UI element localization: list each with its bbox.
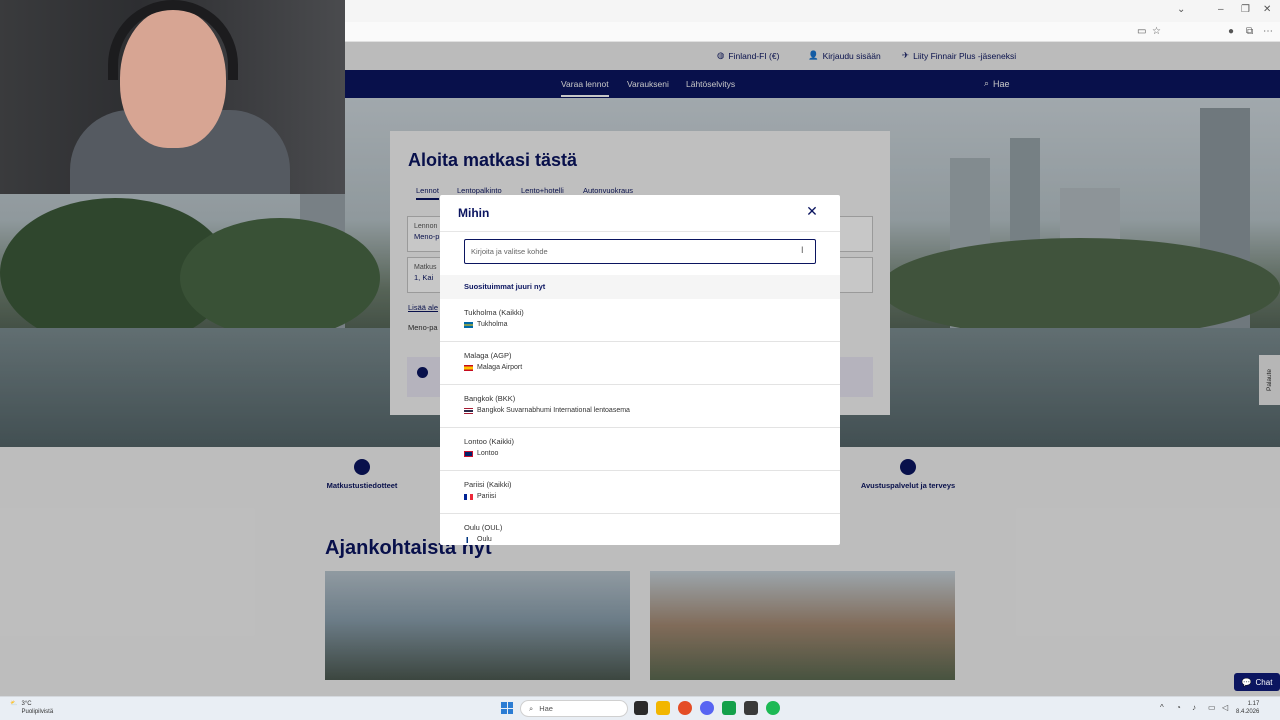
app-icon[interactable] — [722, 701, 736, 715]
popular-heading: Suosituimmat juuri nyt — [440, 275, 840, 299]
sweden-flag-icon — [464, 321, 473, 328]
weather-text: Puolipilvistä — [21, 709, 54, 715]
finland-flag-icon — [464, 536, 473, 543]
france-flag-icon — [464, 493, 473, 500]
destination-detail: Oulu — [477, 536, 492, 543]
close-window-icon[interactable]: ✕ — [1263, 4, 1271, 15]
destination-detail: Malaga Airport — [477, 364, 523, 371]
chat-icon: 💬 — [1241, 677, 1252, 687]
tab-list-icon[interactable]: ⌄ — [1177, 4, 1185, 15]
destination-detail: Lontoo — [477, 450, 499, 457]
destination-item-oulu[interactable]: Oulu (OUL) Oulu — [440, 514, 840, 545]
spain-flag-icon — [464, 364, 473, 371]
minimize-icon[interactable]: – — [1218, 4, 1224, 15]
taskbar-clock[interactable]: 1.17 8.4.2026 — [1236, 700, 1259, 716]
windows-start-icon[interactable] — [501, 702, 513, 714]
destination-list: Tukholma (Kaikki) Tukholma Malaga (AGP) … — [440, 299, 840, 545]
weather-temp: 3°C — [21, 701, 32, 707]
taskbar-search[interactable]: ⌕ Hae — [520, 700, 628, 717]
uk-flag-icon — [464, 450, 473, 457]
clock-date: 8.4.2026 — [1236, 709, 1260, 715]
clock-time: 1.17 — [1247, 701, 1260, 707]
weather-icon: ⛅ — [10, 701, 18, 707]
firefox-icon[interactable] — [678, 701, 692, 715]
modal-title: Mihin — [458, 206, 490, 220]
modal-divider — [440, 231, 840, 232]
destination-detail: Bangkok Suvarnabhumi International lento… — [477, 407, 630, 414]
destination-name: Lontoo (Kaikki) — [464, 437, 515, 446]
webcam-overlay — [0, 0, 345, 194]
bookmark-icon[interactable]: ☆ — [1152, 26, 1161, 37]
taskbar-search-label: Hae — [539, 704, 553, 713]
destination-name: Oulu (OUL) — [464, 523, 503, 532]
destination-search-input[interactable] — [464, 239, 816, 264]
task-view-icon[interactable] — [634, 701, 648, 715]
tray-volume-icon[interactable]: ◁ — [1222, 703, 1228, 712]
destination-item-london[interactable]: Lontoo (Kaikki) Lontoo — [440, 428, 840, 471]
extensions-icon[interactable]: ⧉ — [1246, 26, 1253, 37]
destination-name: Bangkok (BKK) — [464, 394, 516, 403]
text-cursor-icon: I — [801, 245, 804, 255]
restore-icon[interactable]: ❐ — [1241, 4, 1250, 15]
close-icon[interactable]: ✕ — [804, 203, 820, 221]
tray-mic-icon[interactable]: ♪ — [1192, 703, 1196, 712]
reader-icon[interactable]: ▭ — [1137, 26, 1146, 37]
destination-name: Malaga (AGP) — [464, 351, 512, 360]
destination-detail: Tukholma — [477, 321, 508, 328]
destination-name: Tukholma (Kaikki) — [464, 308, 524, 317]
thailand-flag-icon — [464, 407, 473, 414]
tray-network-icon[interactable]: ▭ — [1208, 703, 1216, 712]
weather-widget[interactable]: ⛅ 3°C Puolipilvistä — [10, 700, 53, 716]
chat-button[interactable]: 💬 Chat — [1234, 673, 1280, 691]
tray-app-icon[interactable]: ◔ — [1176, 703, 1181, 712]
destination-item-paris[interactable]: Pariisi (Kaikki) Pariisi — [440, 471, 840, 514]
profile-icon[interactable]: ● — [1228, 26, 1234, 37]
search-icon: ⌕ — [529, 704, 534, 713]
tray-chevron-icon[interactable]: ^ — [1160, 703, 1164, 712]
destination-item-malaga[interactable]: Malaga (AGP) Malaga Airport — [440, 342, 840, 385]
nvidia-icon[interactable] — [744, 701, 758, 715]
file-explorer-icon[interactable] — [656, 701, 670, 715]
destination-item-bangkok[interactable]: Bangkok (BKK) Bangkok Suvarnabhumi Inter… — [440, 385, 840, 428]
chat-label: Chat — [1255, 677, 1273, 687]
windows-taskbar: ⛅ 3°C Puolipilvistä ⌕ Hae ^ ◔ ♪ ▭ ◁ 1.17… — [0, 696, 1280, 720]
destination-name: Pariisi (Kaikki) — [464, 480, 512, 489]
spotify-icon[interactable] — [766, 701, 780, 715]
destination-modal: Mihin ✕ I Suosituimmat juuri nyt Tukholm… — [440, 195, 840, 545]
menu-icon[interactable]: ⋯ — [1263, 26, 1273, 37]
destination-item-stockholm[interactable]: Tukholma (Kaikki) Tukholma — [440, 299, 840, 342]
destination-detail: Pariisi — [477, 493, 497, 500]
discord-icon[interactable] — [700, 701, 714, 715]
